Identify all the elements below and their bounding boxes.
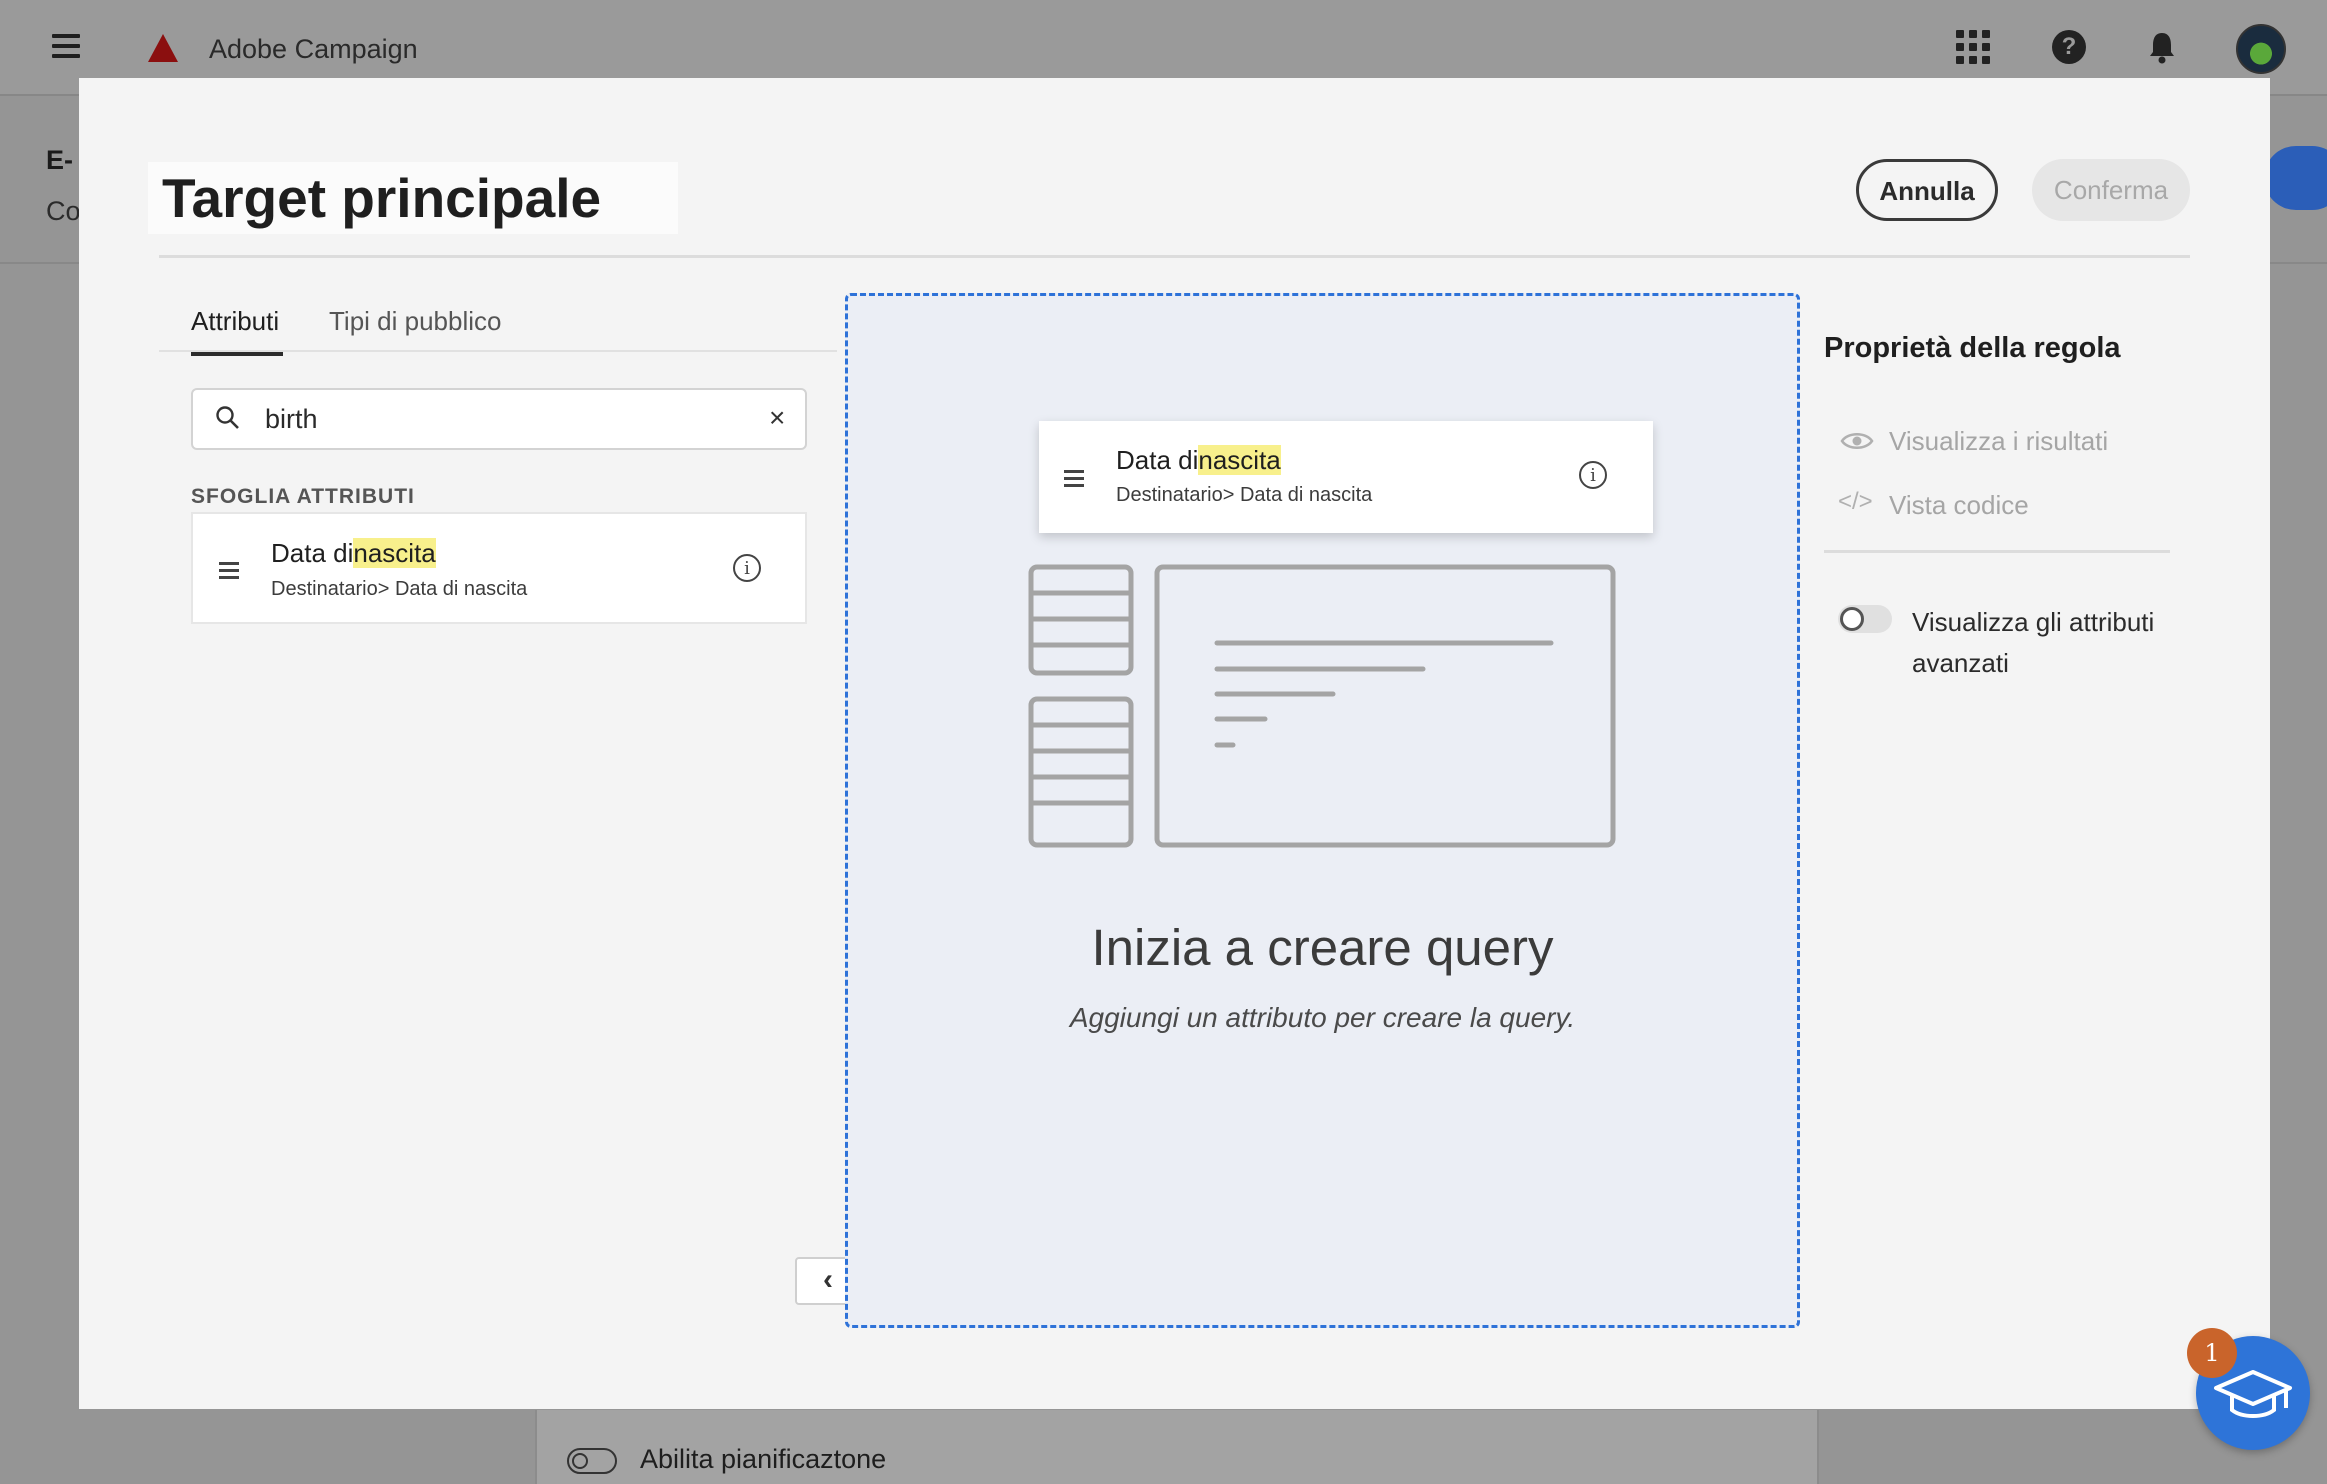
empty-state-title: Inizia a creare query: [1091, 919, 1554, 976]
attribute-list-item[interactable]: Data dinascita Destinatario> Data di nas…: [191, 512, 807, 624]
background-page-title: E-: [46, 145, 73, 175]
clear-icon[interactable]: ×: [769, 402, 785, 434]
header-divider: [159, 255, 2190, 258]
search-highlight: nascita: [1198, 445, 1281, 475]
background-page-subtitle: Co: [46, 196, 81, 226]
view-results-button[interactable]: Visualizza i risultati: [1889, 426, 2108, 457]
info-icon[interactable]: i: [1579, 461, 1607, 489]
modal-title[interactable]: Target principale: [148, 162, 678, 234]
advanced-attributes-label: Visualizza gli attributi avanzati: [1912, 607, 2155, 678]
dragged-attribute-card[interactable]: Data dinascita Destinatario> Data di nas…: [1039, 421, 1653, 533]
rule-properties-title: Proprietà della regola: [1824, 332, 2121, 364]
brand-name: Adobe Campaign: [209, 34, 418, 64]
attribute-search-field[interactable]: birth ×: [191, 388, 807, 450]
cancel-button[interactable]: Annulla: [1856, 159, 1998, 221]
scheduling-toggle: [567, 1448, 617, 1474]
background-primary-button: [2264, 146, 2327, 210]
advanced-attributes-toggle[interactable]: [1838, 605, 1892, 633]
attribute-path: Destinatario> Data di nascita: [271, 578, 528, 600]
help-icon[interactable]: ?: [2052, 30, 2086, 64]
drag-handle-icon[interactable]: [219, 562, 239, 583]
empty-state-subtitle: Aggiungi un attributo per creare la quer…: [1069, 1002, 1576, 1033]
search-input[interactable]: birth: [265, 404, 318, 435]
search-highlight: nascita: [353, 538, 436, 568]
apps-grid-icon[interactable]: [1956, 30, 1990, 64]
rule-properties-divider: [1824, 550, 2170, 553]
dragged-attribute-name: Data dinascita: [1116, 445, 1281, 475]
search-icon: [216, 406, 239, 429]
browse-attributes-label: SFOGLIA ATTRIBUTI: [191, 485, 415, 508]
tabs-divider: [159, 350, 837, 352]
query-illustration: [1028, 564, 1616, 848]
confirm-button[interactable]: Conferma: [2032, 159, 2190, 221]
drag-handle-icon[interactable]: [1064, 470, 1084, 491]
code-icon: </>: [1838, 488, 1873, 515]
attribute-name: Data dinascita: [271, 538, 436, 568]
code-view-button[interactable]: Vista codice: [1889, 490, 2029, 521]
tab-audiences[interactable]: Tipi di pubblico: [329, 306, 501, 337]
adobe-logo-icon: [148, 34, 178, 62]
notification-badge: 1: [2187, 1328, 2237, 1378]
info-icon[interactable]: i: [733, 554, 761, 582]
tab-attributes[interactable]: Attributi: [191, 306, 284, 356]
avatar[interactable]: [2236, 24, 2286, 74]
bell-icon[interactable]: [2145, 30, 2179, 64]
hamburger-menu-icon[interactable]: [52, 34, 80, 58]
eye-icon: [1840, 433, 1874, 449]
scheduling-toggle-label: Abilita pianificaztone: [640, 1444, 887, 1474]
dragged-attribute-path: Destinatario> Data di nascita: [1116, 484, 1373, 506]
